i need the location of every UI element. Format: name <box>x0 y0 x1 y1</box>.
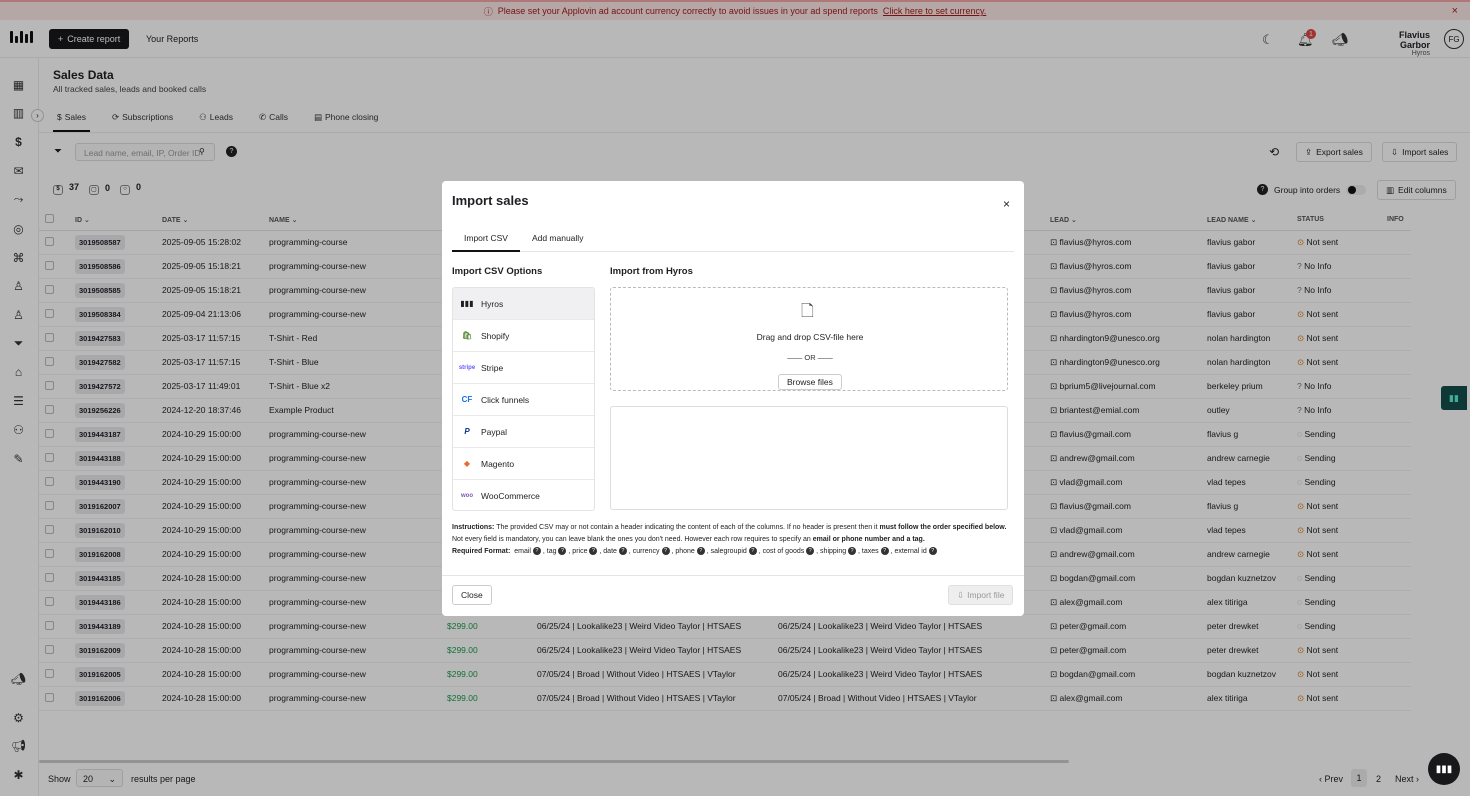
format-field: , phone ? <box>670 547 705 556</box>
tab-add-manually[interactable]: Add manually <box>520 231 596 252</box>
import-instructions: Instructions: The provided CSV may or no… <box>452 524 1007 556</box>
tab-import-csv[interactable]: Import CSV <box>452 231 520 252</box>
option-paypal[interactable]: P Paypal <box>453 416 594 448</box>
modal-tabs: Import CSV Add manually <box>452 231 1014 252</box>
required-format-fields: email ? , tag ? , price ? , date ? , cur… <box>514 547 937 556</box>
browse-files-button[interactable]: Browse files <box>778 374 842 390</box>
option-click-funnels[interactable]: CF Click funnels <box>453 384 594 416</box>
option-hyros[interactable]: ▮▮▮ Hyros <box>453 288 594 320</box>
format-field: , tag ? <box>541 547 567 556</box>
import-options-heading: Import CSV Options <box>452 266 543 277</box>
magento-logo-icon: ◆ <box>463 459 471 468</box>
csv-preview-area <box>610 406 1008 510</box>
drop-text: Drag and drop CSV-file here <box>756 332 864 342</box>
format-field: , currency ? <box>627 547 670 556</box>
format-field: , taxes ? <box>856 547 889 556</box>
help-icon[interactable]: ? <box>618 547 627 556</box>
option-magento[interactable]: ◆ Magento <box>453 448 594 480</box>
import-sales-modal: Import sales × Import CSV Add manually I… <box>442 181 1024 616</box>
help-icon[interactable]: ? <box>928 547 937 556</box>
help-icon[interactable]: ? <box>748 547 757 556</box>
help-icon[interactable]: ? <box>848 547 857 556</box>
close-icon[interactable]: × <box>1003 197 1010 211</box>
chat-widget-button[interactable]: ▮▮▮ <box>1428 753 1460 785</box>
paypal-logo-icon: P <box>464 427 470 436</box>
option-woocommerce[interactable]: woo WooCommerce <box>453 480 594 510</box>
modal-footer-divider <box>442 575 1024 576</box>
format-field: , cost of goods ? <box>757 547 815 556</box>
format-field: , external id ? <box>889 547 937 556</box>
help-icon[interactable]: ? <box>806 547 815 556</box>
option-stripe[interactable]: stripe Stripe <box>453 352 594 384</box>
hyros-logo-icon: ▮▮▮ <box>460 299 474 308</box>
help-icon[interactable]: ? <box>696 547 705 556</box>
import-source-heading: Import from Hyros <box>610 266 693 277</box>
modal-title: Import sales <box>452 193 529 208</box>
option-shopify[interactable]: 🛍︎ Shopify <box>453 320 594 352</box>
or-divider: —— OR —— <box>787 353 833 362</box>
help-icon[interactable]: ? <box>661 547 670 556</box>
format-field: email ? <box>514 547 541 556</box>
format-field: , salegroupid ? <box>705 547 757 556</box>
import-options-list: ▮▮▮ Hyros 🛍︎ Shopify stripe Stripe CF Click … <box>452 287 595 511</box>
format-field: , shipping ? <box>814 547 857 556</box>
import-file-button[interactable]: ⇩ Import file <box>948 585 1014 605</box>
import-icon: ⇩ <box>957 589 965 600</box>
close-button[interactable]: Close <box>452 585 492 605</box>
csv-drop-zone[interactable]: 🗋 Drag and drop CSV-file here —— OR —— B… <box>610 287 1008 391</box>
help-icon[interactable]: ? <box>532 547 541 556</box>
stripe-logo-icon: stripe <box>458 364 476 371</box>
help-icon[interactable]: ? <box>880 547 889 556</box>
format-field: , date ? <box>597 547 627 556</box>
woocommerce-logo-icon: woo <box>461 493 473 499</box>
file-upload-icon: 🗋 <box>801 303 814 320</box>
format-field: , price ? <box>566 547 598 556</box>
shopify-logo-icon: 🛍︎ <box>461 331 473 340</box>
clickfunnels-logo-icon: CF <box>461 395 473 404</box>
